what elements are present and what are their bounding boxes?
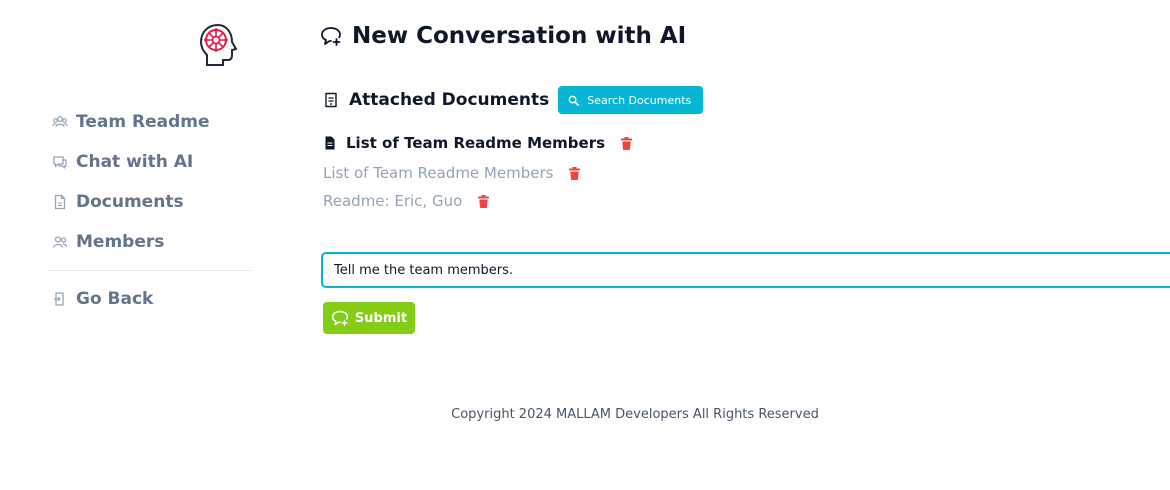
document-item[interactable]: Readme: Eric, Guo [323, 192, 490, 210]
sidebar-item-team-readme[interactable]: Team Readme [52, 112, 209, 132]
attached-documents-title: Attached Documents [349, 90, 550, 110]
file-icon [325, 136, 335, 150]
ai-brain-head-icon [199, 23, 238, 66]
app-logo [198, 22, 240, 68]
chat-icon [53, 156, 67, 169]
search-documents-button[interactable]: Search Documents [558, 86, 704, 114]
chat-plus-icon [321, 27, 341, 46]
sidebar-item-label: Documents [76, 192, 184, 212]
sidebar-item-label: Go Back [76, 289, 154, 309]
page-title-text: New Conversation with AI [352, 23, 687, 49]
submit-button[interactable]: Submit [323, 302, 415, 334]
trash-icon[interactable] [569, 166, 581, 180]
trash-icon[interactable] [478, 194, 490, 208]
footer-copyright: Copyright 2024 MALLAM Developers All Rig… [451, 407, 819, 422]
search-documents-label: Search Documents [587, 93, 692, 107]
members-icon [52, 236, 68, 248]
sidebar-item-label: Members [76, 232, 165, 252]
document-item[interactable]: List of Team Readme Members [323, 134, 633, 152]
sidebar-item-label: Chat with AI [76, 152, 194, 172]
prompt-input[interactable] [321, 252, 1170, 288]
document-name: List of Team Readme Members [346, 134, 606, 152]
sidebar-item-go-back[interactable]: Go Back [52, 289, 153, 309]
attached-documents-header: Attached Documents Search Documents [323, 86, 704, 114]
document-name: Readme: Eric, Guo [323, 192, 463, 210]
team-icon [52, 115, 68, 128]
attachment-file-icon [325, 92, 337, 108]
chat-plus-icon [331, 310, 349, 327]
sidebar-item-documents[interactable]: Documents [52, 192, 184, 212]
document-name: List of Team Readme Members [323, 164, 554, 182]
trash-icon[interactable] [621, 136, 633, 150]
exit-icon [54, 292, 64, 306]
sidebar-divider [48, 270, 251, 271]
sidebar-item-chat-with-ai[interactable]: Chat with AI [52, 152, 193, 172]
document-item[interactable]: List of Team Readme Members [323, 164, 581, 182]
sidebar-item-label: Team Readme [76, 112, 210, 132]
submit-label: Submit [354, 310, 408, 326]
search-icon [568, 95, 580, 106]
page-title: New Conversation with AI [320, 23, 686, 49]
sidebar-item-members[interactable]: Members [52, 232, 164, 252]
document-icon [54, 194, 66, 210]
